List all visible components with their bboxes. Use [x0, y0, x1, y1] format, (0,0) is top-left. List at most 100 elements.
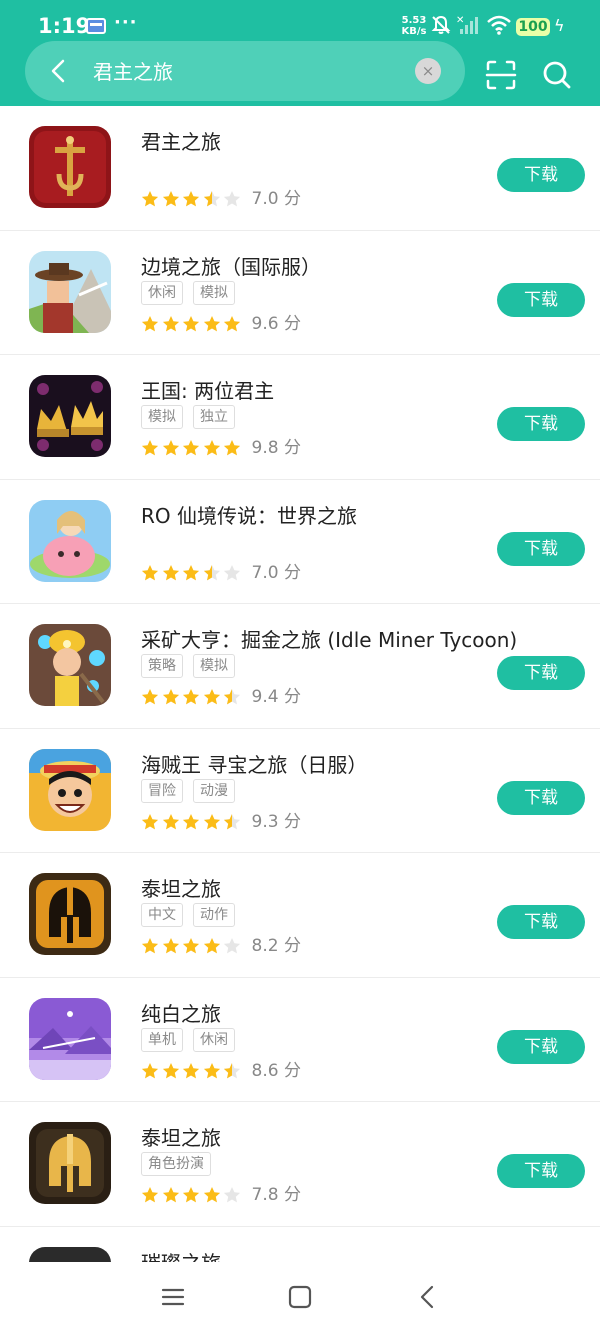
star-full-icon — [223, 315, 241, 333]
app-list-item[interactable]: 泰坦之旅 角色扮演 7.8 分 下载 — [0, 1102, 600, 1227]
star-full-icon — [162, 439, 180, 457]
star-full-icon — [141, 190, 159, 208]
scan-icon[interactable] — [484, 58, 518, 92]
star-full-icon — [162, 937, 180, 955]
app-rating: 8.2 分 — [141, 937, 301, 957]
app-tag: 角色扮演 — [141, 1152, 211, 1176]
search-input[interactable] — [93, 58, 413, 82]
system-navigation-bar — [0, 1262, 600, 1333]
network-speed-value: 5.53 — [401, 15, 427, 26]
app-title[interactable]: 泰坦之旅 — [141, 1122, 221, 1151]
back-arrow-icon[interactable] — [43, 55, 75, 87]
app-list-item[interactable]: 海贼王 寻宝之旅（日服） 冒险 动漫 9.3 分 下载 — [0, 729, 600, 853]
download-button[interactable]: 下载 — [497, 780, 585, 815]
download-button[interactable]: 下载 — [497, 1029, 585, 1064]
app-list-item[interactable]: 采矿大亨：掘金之旅 (Idle Miner Tycoon) 策略 模拟 9.4 分 下载 — [0, 604, 600, 729]
network-speed: 5.53 KB/s — [400, 15, 428, 37]
cellular-signal-icon: ✕ — [456, 15, 478, 34]
app-list-item[interactable]: 纯白之旅 单机 休闲 8.6 分 下载 — [0, 978, 600, 1102]
star-full-icon — [182, 688, 200, 706]
star-empty-icon — [223, 1186, 241, 1204]
star-full-icon — [141, 564, 159, 582]
home-icon[interactable] — [285, 1282, 315, 1312]
app-list-item[interactable]: 王国: 两位君主 模拟 独立 9.8 分 下载 — [0, 355, 600, 480]
search-result-list[interactable]: 君主之旅 7.0 分下载 边境之旅（国际服） 休闲 模拟 9.6 分下载 王国: 两位君主模… — [0, 106, 600, 1262]
app-tag: 中文 — [141, 903, 183, 927]
app-tags: 中文 动作 — [141, 903, 245, 927]
star-half-icon — [203, 564, 221, 582]
app-list-item[interactable]: 边境之旅（国际服） 休闲 模拟 9.6 分 下载 — [0, 231, 600, 355]
crowns-icon[interactable] — [29, 375, 111, 457]
download-button[interactable]: 下载 — [497, 1154, 585, 1188]
app-title[interactable]: RO 仙境传说：世界之旅 — [141, 500, 357, 529]
app-score: 7.0 分 — [251, 562, 301, 583]
star-full-icon — [182, 190, 200, 208]
download-button[interactable]: 下载 — [497, 656, 585, 690]
back-icon[interactable] — [413, 1282, 443, 1312]
star-full-icon — [203, 315, 221, 333]
titan-gold-helmet-icon[interactable] — [29, 1122, 111, 1204]
app-score: 8.6 分 — [251, 1060, 301, 1081]
app-title[interactable]: 泰坦之旅 — [141, 873, 221, 902]
miner-icon[interactable] — [29, 624, 111, 706]
download-button[interactable]: 下载 — [497, 158, 585, 192]
star-half-icon — [203, 190, 221, 208]
app-title[interactable]: 边境之旅（国际服） — [141, 251, 321, 280]
search-icon[interactable] — [540, 58, 574, 92]
app-tags: 模拟 独立 — [141, 405, 245, 429]
charging-icon: ϟ — [554, 16, 565, 35]
download-button[interactable]: 下载 — [497, 282, 585, 317]
menu-icon[interactable] — [158, 1282, 188, 1312]
app-tag: 冒险 — [141, 778, 183, 803]
app-rating: 9.8 分 — [141, 439, 301, 459]
app-score: 9.8 分 — [251, 438, 301, 458]
download-button[interactable]: 下载 — [497, 531, 585, 566]
app-title[interactable]: 君主之旅 — [141, 126, 221, 155]
app-tags: 冒险 动漫 — [141, 778, 245, 803]
app-title[interactable]: 纯白之旅 — [141, 998, 221, 1027]
more-notifications-icon: ··· — [114, 12, 138, 33]
ro-poring-icon[interactable] — [29, 499, 111, 582]
frontier-cowboy-icon[interactable] — [29, 250, 111, 333]
app-score: 9.3 分 — [251, 811, 301, 832]
star-half-icon — [223, 1062, 241, 1080]
app-list-item[interactable]: 泰坦之旅 中文 动作 8.2 分 下载 — [0, 853, 600, 978]
star-full-icon — [141, 813, 159, 831]
app-title[interactable]: 采矿大亨：掘金之旅 (Idle Miner Tycoon) — [141, 624, 517, 653]
app-list-item[interactable]: 璀璨之旅 — [0, 1227, 600, 1263]
kings-shield-icon[interactable] — [29, 126, 111, 208]
star-full-icon — [182, 439, 200, 457]
app-tag: 休闲 — [141, 280, 183, 305]
star-empty-icon — [223, 190, 241, 208]
white-journey-icon[interactable] — [29, 997, 111, 1080]
star-full-icon — [162, 190, 180, 208]
star-full-icon — [182, 1186, 200, 1204]
app-list-item[interactable]: RO 仙境传说：世界之旅 7.0 分 下载 — [0, 480, 600, 604]
star-full-icon — [162, 315, 180, 333]
app-tags: 策略 模拟 — [141, 654, 245, 678]
star-full-icon — [203, 813, 221, 831]
app-title[interactable]: 海贼王 寻宝之旅（日服） — [141, 749, 367, 778]
app-tags: 单机 休闲 — [141, 1027, 245, 1052]
app-rating: 8.6 分 — [141, 1060, 301, 1082]
star-empty-icon — [223, 564, 241, 582]
titan-helmet-icon[interactable] — [29, 873, 111, 955]
app-list-item[interactable]: 君主之旅 7.0 分 下载 — [0, 106, 600, 231]
star-full-icon — [141, 439, 159, 457]
star-full-icon — [182, 1062, 200, 1080]
star-full-icon — [141, 315, 159, 333]
download-button[interactable]: 下载 — [497, 407, 585, 441]
star-full-icon — [141, 937, 159, 955]
app-score: 7.8 分 — [251, 1185, 301, 1205]
pirate-luffy-icon[interactable] — [29, 748, 111, 831]
star-full-icon — [203, 937, 221, 955]
dazzling-journey-icon[interactable] — [29, 1246, 111, 1262]
app-title[interactable]: 璀璨之旅 — [141, 1247, 221, 1263]
app-title[interactable]: 王国: 两位君主 — [141, 375, 274, 404]
clear-search-button[interactable]: × — [415, 58, 441, 84]
app-rating: 9.6 分 — [141, 313, 301, 335]
app-tag: 独立 — [193, 405, 235, 429]
app-score: 9.6 分 — [251, 313, 301, 334]
app-score: 7.0 分 — [251, 189, 301, 209]
download-button[interactable]: 下载 — [497, 905, 585, 939]
